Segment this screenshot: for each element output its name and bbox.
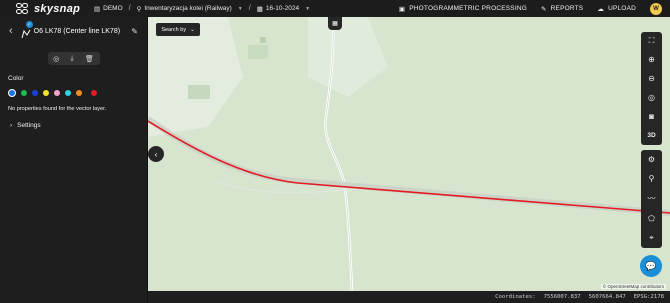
epsg-code: EPSG:2178 [633,294,664,300]
visible-badge-icon: ✓ [25,21,33,28]
focus-icon[interactable]: ⌖ [641,231,662,245]
upload-button[interactable]: ☁ UPLOAD [597,5,636,13]
logo-mark-icon [16,2,30,15]
color-swatch[interactable] [91,90,97,96]
no-properties-message: No properties found for the vector layer… [8,106,107,112]
status-bar: Coordinates: 7556007.837 5607664.847 EPS… [148,291,670,303]
color-swatches [8,89,147,97]
coordinate-y: 5607664.847 [588,294,626,300]
reports-label: REPORTS [550,5,584,12]
breadcrumb-separator: / [248,5,251,12]
photogrammetric-processing-button[interactable]: ▣ PHOTOGRAMMETRIC PROCESSING [399,5,527,13]
marker-icon[interactable]: ⚲ [641,172,662,186]
gear-icon[interactable]: ⚙ [641,153,662,167]
breadcrumb-separator: / [128,5,131,12]
color-swatch[interactable] [43,90,49,96]
chevron-right-icon: › [10,122,13,129]
map-toolbar-top: ⛶ ⊕ ⊖ ◎ ◙ 3D [641,32,662,145]
breadcrumb-mission[interactable]: ⚲ Inwentaryzacja kolei (Railway) ▼ [137,5,243,13]
calendar-icon: ▦ [332,21,338,27]
back-arrow-icon[interactable]: ‹ [9,25,13,37]
color-swatch[interactable] [54,90,60,96]
breadcrumb-date-label: 16-10-2024 [265,5,300,12]
color-label: Color [8,75,24,82]
collapse-sidebar-button[interactable]: ‹ [148,146,164,162]
camera-icon[interactable]: ◙ [641,110,662,124]
breadcrumb-mission-label: Inwentaryzacja kolei (Railway) [144,5,232,12]
color-swatch[interactable] [32,90,38,96]
layer-title: O6 LK78 (Center line LK78) [33,27,121,35]
locate-icon[interactable]: ◎ [641,91,662,105]
zoom-out-icon[interactable]: ⊖ [641,72,662,86]
photogrammetric-label: PHOTOGRAMMETRIC PROCESSING [409,5,527,12]
upload-label: UPLOAD [608,5,636,12]
color-swatch[interactable] [76,90,82,96]
map-toolbar-bottom: ⚙ ⚲ 〰 ⬠ ⌖ [641,150,662,248]
reports-button[interactable]: ✎ REPORTS [541,5,583,13]
settings-label: Settings [17,122,41,129]
top-bar: skysnap ▤ DEMO / ⚲ Inwentaryzacja kolei … [0,0,670,17]
trash-icon[interactable]: 🗑 [85,55,94,63]
header-actions: ▣ PHOTOGRAMMETRIC PROCESSING ✎ REPORTS ☁… [399,0,670,17]
chevron-down-icon: ▼ [305,5,311,12]
polygon-icon[interactable]: ⬠ [641,212,662,226]
image-icon: ▣ [398,5,406,13]
chevron-down-icon: ⌄ [190,26,195,33]
locate-layer-icon[interactable]: ◎ [53,55,59,63]
search-by-button[interactable]: Search by ⌄ [156,23,200,36]
cloud-upload-icon: ☁ [597,5,605,13]
coordinate-x: 7556007.837 [543,294,581,300]
fullscreen-icon[interactable]: ⛶ [641,34,662,48]
breadcrumb-date[interactable]: ▦ 16-10-2024 ▼ [257,5,310,13]
color-swatch[interactable] [65,90,71,96]
calendar-icon: ▦ [256,5,263,13]
map-canvas[interactable]: Search by ⌄ ▦ ‹ ⛶ ⊕ ⊖ ◎ ◙ 3D ⚙ ⚲ 〰 ⬠ ⌖ 💬… [148,17,670,291]
zoom-in-icon[interactable]: ⊕ [641,53,662,67]
brand-logo[interactable]: skysnap [16,2,94,15]
color-swatch[interactable] [8,89,16,97]
map-basemap [148,17,670,291]
chevron-down-icon: ▼ [237,5,243,12]
chevron-left-icon: ‹ [154,149,158,159]
vector-layer-icon: ✓ [21,21,33,39]
settings-toggle[interactable]: › Settings [10,122,147,129]
layer-sidebar: ‹ ✓ O6 LK78 (Center line LK78) ✎ ◎ ⤓ 🗑 C… [0,17,148,303]
breadcrumb-project-label: DEMO [103,5,123,12]
3d-icon[interactable]: 3D [641,129,662,143]
chat-button[interactable]: 💬 [640,255,662,277]
color-swatch[interactable] [21,90,27,96]
coordinates-label: Coordinates: [495,294,536,300]
pin-icon: ⚲ [136,5,142,13]
edit-pencil-icon[interactable]: ✎ [131,27,138,36]
avatar[interactable]: W [650,2,662,15]
chat-bubble-icon: 💬 [645,260,657,271]
breadcrumb-project[interactable]: ▤ DEMO [94,5,123,13]
layer-tools: ◎ ⤓ 🗑 [47,52,100,65]
search-by-label: Search by [161,26,187,33]
brand-name: skysnap [34,2,81,15]
map-attribution: © OpenStreetMap contributors [600,284,666,289]
polyline-icon[interactable]: 〰 [641,192,662,206]
timeline-calendar-button[interactable]: ▦ [328,17,342,30]
report-icon: ✎ [540,5,547,13]
download-icon[interactable]: ⤓ [71,55,74,63]
layer-header: ‹ ✓ O6 LK78 (Center line LK78) ✎ [0,17,147,45]
folder-icon: ▤ [94,5,101,13]
